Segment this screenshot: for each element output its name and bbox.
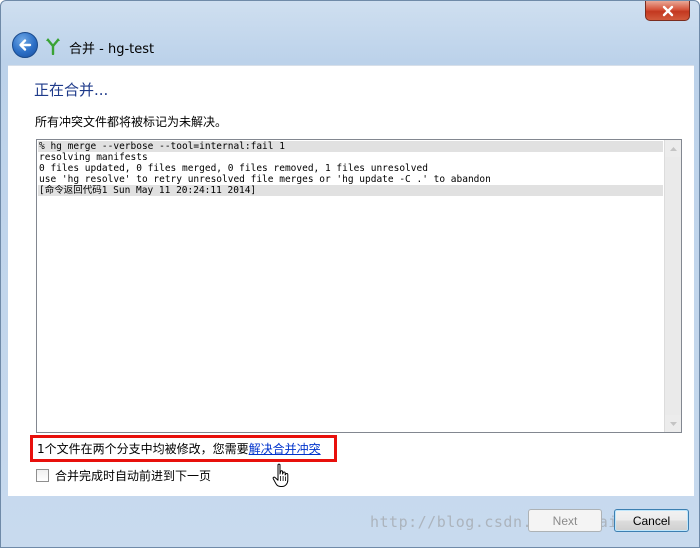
hand-cursor-icon [272, 463, 289, 487]
conflict-notice-text: 1个文件在两个分支中均被修改，您需要 [37, 442, 249, 456]
page-heading: 正在合并... [34, 81, 109, 99]
merge-icon [46, 38, 60, 55]
log-lines: % hg merge --verbose --tool=internal:fai… [38, 141, 663, 196]
log-line: % hg merge --verbose --tool=internal:fai… [38, 141, 663, 152]
auto-advance-option[interactable]: 合并完成时自动前进到下一页 [36, 467, 211, 484]
log-line: use 'hg resolve' to retry unresolved fil… [39, 174, 491, 185]
scroll-up-button[interactable] [665, 140, 681, 157]
dialog-window: 合并 - hg-test 正在合并... 所有冲突文件都将被标记为未解决。 % … [0, 0, 700, 548]
conflict-notice: 1个文件在两个分支中均被修改，您需要 解决合并冲突 [30, 435, 337, 462]
log-line: [命令返回代码1 Sun May 11 20:24:11 2014] [38, 185, 663, 196]
cancel-button[interactable]: Cancel [614, 509, 689, 532]
close-icon [662, 5, 673, 16]
wizard-page: 正在合并... 所有冲突文件都将被标记为未解决。 % hg merge --ve… [8, 65, 694, 496]
next-button[interactable]: Next [528, 509, 602, 532]
title-bar: 合并 - hg-test [7, 27, 693, 65]
auto-advance-checkbox[interactable] [36, 469, 49, 482]
chevron-up-icon [669, 146, 677, 151]
scroll-down-button[interactable] [665, 415, 681, 432]
resolve-conflicts-link[interactable]: 解决合并冲突 [249, 440, 321, 457]
back-button[interactable] [12, 32, 38, 58]
log-scrollbar[interactable] [664, 140, 681, 432]
wizard-footer: http://blog.csdn.net/xukai871105 Next Ca… [8, 496, 694, 543]
page-description: 所有冲突文件都将被标记为未解决。 [35, 115, 228, 129]
output-log[interactable]: % hg merge --verbose --tool=internal:fai… [36, 139, 682, 433]
close-button[interactable] [645, 1, 690, 21]
log-line: resolving manifests [39, 152, 148, 163]
back-arrow-icon [19, 39, 32, 51]
chevron-down-icon [669, 421, 677, 426]
window-title: 合并 - hg-test [69, 42, 155, 57]
auto-advance-label: 合并完成时自动前进到下一页 [55, 469, 212, 483]
log-line: 0 files updated, 0 files merged, 0 files… [39, 163, 428, 174]
